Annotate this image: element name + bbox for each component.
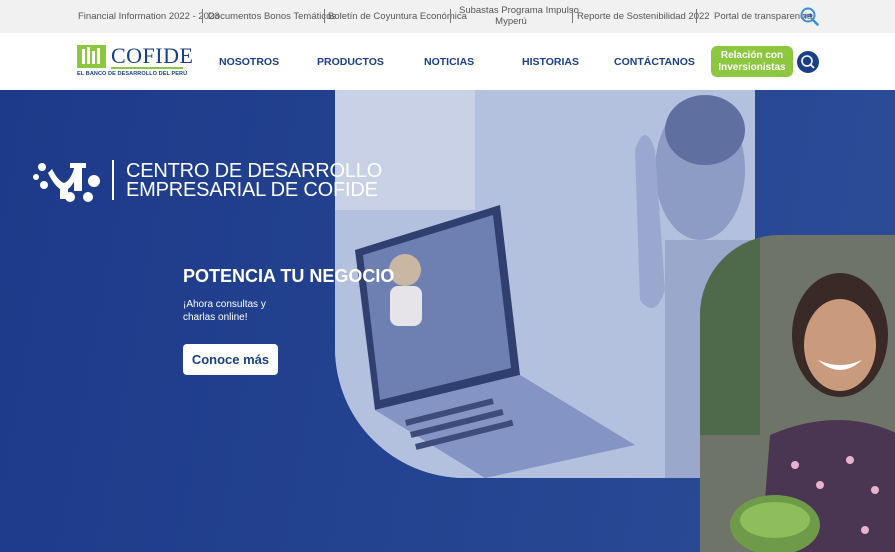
nav-productos[interactable]: PRODUCTOS — [317, 56, 384, 68]
divider — [572, 9, 573, 23]
cdec-divider — [112, 160, 114, 200]
link-documentos-bonos[interactable]: Documentos Bonos Temáticos — [208, 11, 336, 22]
hero-photo-entrepreneur — [700, 235, 895, 552]
hero-title: POTENCIA TU NEGOCIO — [183, 266, 395, 286]
nav-contactanos[interactable]: CONTÁCTANOS — [614, 56, 695, 68]
link-portal-transparencia[interactable]: Portal de transparencia — [714, 11, 812, 22]
nav-historias[interactable]: HISTORIAS — [522, 56, 579, 68]
link-subastas-line1: Subastas Programa Impulso — [459, 5, 579, 16]
link-boletin-coyuntura[interactable]: Boletín de Coyuntura Económica — [328, 11, 467, 22]
logo-wordmark: COFIDE — [111, 43, 194, 68]
logo-tagline: EL BANCO DE DESARROLLO DEL PERÚ — [77, 71, 188, 77]
hero-photo-video-call — [335, 90, 755, 478]
investor-relations-line2: Inversionistas — [718, 62, 786, 73]
divider — [696, 9, 697, 23]
hero-cta-button[interactable]: Conoce más — [183, 344, 278, 375]
gob-icon-label: gob — [803, 13, 812, 19]
divider — [324, 9, 325, 23]
search-button[interactable] — [797, 51, 819, 73]
cofide-logo[interactable]: COFIDE EL BANCO DE DESARROLLO DEL PERÚ — [77, 45, 193, 79]
cdec-logo-icon — [33, 163, 100, 202]
investor-relations-button[interactable]: Relación con Inversionistas — [711, 46, 793, 77]
divider — [202, 9, 203, 23]
link-financial-information[interactable]: Financial Information 2022 - 2023 — [78, 11, 220, 22]
cofide-logo-mark-icon — [77, 45, 106, 68]
divider — [450, 9, 451, 23]
investor-relations-line1: Relación con — [720, 50, 784, 61]
top-utility-bar: Financial Information 2022 - 2023 Docume… — [0, 0, 895, 33]
search-icon — [801, 55, 815, 69]
link-subastas-impulso[interactable]: Subastas Programa Impulso Myperú — [459, 5, 579, 27]
link-reporte-sostenibilidad[interactable]: Reporte de Sostenibilidad 2022 — [577, 11, 710, 22]
logo-underline — [111, 67, 183, 69]
hero-subtitle: ¡Ahora consultas y charlas online! — [183, 298, 293, 324]
hero-subtitle-line1: ¡Ahora consultas y — [183, 299, 266, 310]
hero-subtitle-line2: charlas online! — [183, 312, 248, 323]
link-subastas-line2: Myperú — [495, 16, 527, 27]
transparency-search-icon[interactable]: gob — [800, 7, 819, 26]
nav-nosotros[interactable]: NOSOTROS — [219, 56, 279, 68]
hero-banner: CENTRO DE DESARROLLO EMPRESARIAL DE COFI… — [0, 90, 895, 552]
cdec-name-line2: EMPRESARIAL DE COFIDE — [126, 179, 378, 201]
nav-noticias[interactable]: NOTICIAS — [424, 56, 474, 68]
